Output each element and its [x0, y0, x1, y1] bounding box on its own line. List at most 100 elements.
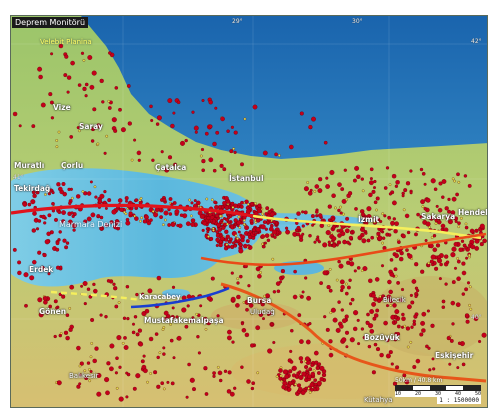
- quake-marker[interactable]: [344, 330, 350, 335]
- quake-marker[interactable]: [415, 358, 421, 364]
- quake-marker[interactable]: [199, 214, 205, 219]
- quake-marker[interactable]: [77, 83, 82, 87]
- quake-marker-minor[interactable]: [328, 268, 332, 271]
- quake-marker[interactable]: [229, 391, 235, 397]
- quake-marker[interactable]: [424, 238, 428, 242]
- quake-marker[interactable]: [453, 241, 459, 247]
- quake-marker[interactable]: [415, 288, 420, 293]
- quake-marker[interactable]: [317, 362, 322, 367]
- quake-marker-minor[interactable]: [271, 257, 275, 261]
- quake-marker-minor[interactable]: [124, 212, 128, 216]
- quake-marker[interactable]: [331, 193, 336, 198]
- quake-marker[interactable]: [267, 348, 273, 354]
- quake-marker[interactable]: [289, 144, 294, 150]
- quake-marker[interactable]: [244, 332, 250, 338]
- quake-marker[interactable]: [281, 384, 287, 390]
- quake-marker[interactable]: [190, 201, 194, 205]
- quake-marker[interactable]: [317, 188, 323, 194]
- quake-marker[interactable]: [356, 174, 361, 179]
- quake-marker[interactable]: [301, 232, 305, 236]
- quake-marker[interactable]: [383, 320, 388, 326]
- quake-marker[interactable]: [301, 290, 305, 294]
- quake-marker[interactable]: [227, 216, 231, 220]
- quake-marker[interactable]: [349, 231, 354, 235]
- quake-marker[interactable]: [414, 262, 419, 267]
- quake-marker-minor[interactable]: [139, 197, 143, 200]
- quake-marker[interactable]: [224, 196, 229, 201]
- quake-marker[interactable]: [240, 200, 244, 205]
- quake-marker[interactable]: [233, 386, 237, 390]
- quake-marker[interactable]: [257, 274, 262, 279]
- quake-marker[interactable]: [401, 316, 406, 321]
- quake-marker-minor[interactable]: [237, 215, 241, 219]
- quake-marker[interactable]: [429, 259, 434, 264]
- quake-marker[interactable]: [47, 213, 52, 218]
- quake-marker[interactable]: [210, 276, 215, 281]
- quake-marker[interactable]: [111, 209, 117, 215]
- quake-marker[interactable]: [260, 234, 266, 239]
- quake-marker[interactable]: [255, 227, 261, 233]
- quake-marker-minor[interactable]: [164, 218, 167, 222]
- quake-marker[interactable]: [332, 317, 338, 323]
- quake-marker[interactable]: [356, 266, 361, 270]
- quake-marker[interactable]: [174, 209, 180, 215]
- quake-marker[interactable]: [92, 282, 96, 287]
- quake-marker[interactable]: [201, 228, 205, 232]
- quake-marker[interactable]: [450, 252, 456, 258]
- quake-marker[interactable]: [319, 281, 324, 286]
- quake-marker[interactable]: [22, 202, 28, 207]
- quake-marker-minor[interactable]: [327, 224, 331, 227]
- quake-marker[interactable]: [233, 218, 238, 223]
- quake-marker[interactable]: [297, 313, 302, 318]
- quake-marker[interactable]: [156, 115, 162, 121]
- quake-marker[interactable]: [456, 366, 460, 370]
- quake-marker[interactable]: [369, 309, 374, 314]
- quake-marker[interactable]: [461, 292, 466, 296]
- quake-marker[interactable]: [240, 162, 244, 167]
- quake-marker[interactable]: [236, 281, 240, 285]
- quake-marker[interactable]: [350, 297, 355, 302]
- quake-marker[interactable]: [142, 219, 147, 224]
- quake-marker[interactable]: [200, 147, 205, 152]
- quake-marker[interactable]: [421, 328, 426, 333]
- quake-marker[interactable]: [438, 277, 442, 281]
- quake-marker[interactable]: [349, 337, 355, 343]
- quake-marker[interactable]: [93, 288, 98, 294]
- quake-marker-minor[interactable]: [236, 237, 239, 240]
- quake-marker[interactable]: [116, 335, 122, 341]
- quake-marker[interactable]: [397, 240, 401, 244]
- quake-marker[interactable]: [140, 359, 145, 364]
- quake-marker[interactable]: [304, 356, 310, 362]
- quake-marker[interactable]: [479, 223, 485, 229]
- quake-marker[interactable]: [376, 231, 381, 236]
- quake-marker-minor[interactable]: [402, 208, 406, 212]
- quake-marker[interactable]: [479, 242, 484, 247]
- quake-marker[interactable]: [270, 211, 275, 217]
- quake-marker-minor[interactable]: [130, 158, 134, 162]
- quake-marker-minor[interactable]: [44, 193, 47, 196]
- quake-marker[interactable]: [71, 214, 75, 218]
- quake-marker[interactable]: [218, 243, 223, 248]
- quake-marker[interactable]: [112, 282, 116, 286]
- quake-marker[interactable]: [316, 371, 321, 375]
- quake-marker[interactable]: [410, 325, 414, 329]
- quake-marker[interactable]: [368, 278, 373, 284]
- quake-marker[interactable]: [171, 285, 176, 289]
- quake-marker[interactable]: [366, 312, 370, 317]
- quake-marker[interactable]: [433, 187, 438, 191]
- quake-marker[interactable]: [64, 54, 69, 59]
- quake-marker-minor[interactable]: [256, 371, 260, 375]
- quake-marker[interactable]: [90, 318, 95, 322]
- quake-marker-minor[interactable]: [460, 216, 463, 220]
- quake-marker[interactable]: [328, 352, 334, 358]
- quake-marker[interactable]: [346, 285, 351, 290]
- quake-marker[interactable]: [357, 235, 363, 241]
- quake-marker[interactable]: [35, 227, 40, 231]
- quake-marker[interactable]: [298, 356, 304, 361]
- quake-marker-minor[interactable]: [246, 202, 250, 206]
- quake-marker[interactable]: [371, 301, 377, 307]
- quake-marker[interactable]: [68, 201, 72, 205]
- quake-marker[interactable]: [345, 216, 350, 221]
- quake-marker[interactable]: [328, 288, 333, 293]
- quake-marker[interactable]: [204, 131, 209, 136]
